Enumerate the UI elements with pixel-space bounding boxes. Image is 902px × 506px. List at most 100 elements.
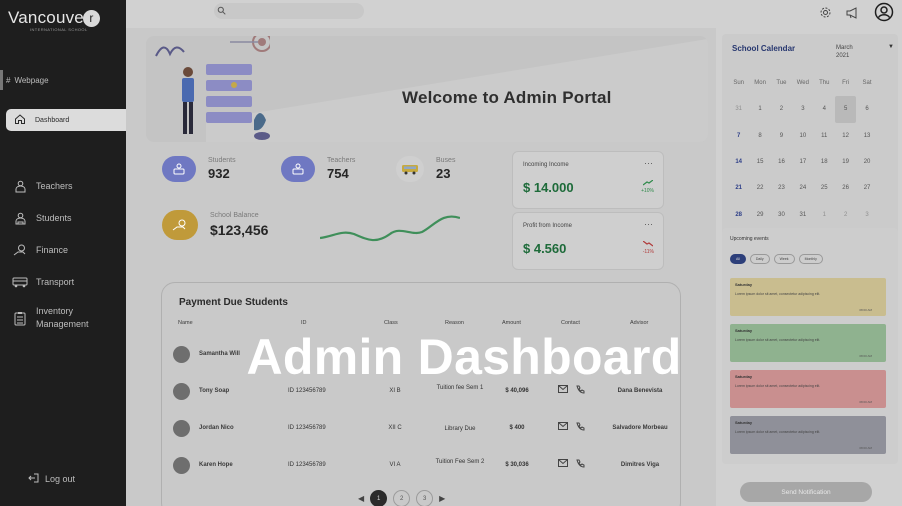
balance-stat-label: School Balance [210, 212, 259, 219]
calendar-day[interactable]: 22 [749, 175, 770, 201]
megaphone-icon[interactable] [846, 6, 860, 24]
payment-due-title: Payment Due Students [179, 297, 288, 308]
calendar-day[interactable]: 26 [835, 175, 856, 201]
profit-income-label: Profit from Income [523, 223, 573, 229]
search-icon [217, 2, 226, 20]
calendar-day[interactable]: 2 [771, 96, 792, 122]
calendar-day[interactable]: 17 [792, 149, 813, 175]
phone-icon[interactable] [576, 385, 585, 396]
calendar-month-select[interactable]: March 2021 [836, 44, 853, 60]
more-icon[interactable]: ··· [644, 158, 653, 168]
user-account-icon[interactable] [874, 2, 894, 27]
calendar-day[interactable]: 3 [792, 96, 813, 122]
sidebar-item-teachers[interactable]: Teachers [12, 170, 124, 202]
calendar-day[interactable]: 9 [771, 123, 792, 149]
logout-button[interactable]: Log out [28, 473, 75, 485]
student-id: ID 123456789 [288, 462, 326, 468]
calendar-day[interactable]: 4 [814, 96, 835, 122]
calendar-day[interactable]: 16 [771, 149, 792, 175]
students-stat-value: 932 [208, 166, 230, 181]
advisor-name: Salvadore Morbeau [612, 425, 668, 431]
table-row[interactable]: Jordan Nico ID 123456789 XII C Library D… [162, 411, 682, 447]
calendar-day[interactable]: 19 [835, 149, 856, 175]
calendar-day[interactable]: 14 [728, 149, 749, 175]
column-header-contact: Contact [561, 320, 580, 326]
home-icon [14, 113, 26, 127]
buses-stat-value: 23 [436, 166, 451, 181]
phone-icon[interactable] [576, 459, 585, 470]
page-button-2[interactable]: 2 [393, 490, 411, 506]
calendar-day[interactable]: 6 [856, 96, 877, 122]
prev-page-icon[interactable]: ◀ [358, 494, 364, 503]
calendar-day[interactable]: 12 [835, 123, 856, 149]
payment-due-card: Payment Due Students Name ID Class Reaso… [161, 282, 681, 506]
page-button-3[interactable]: 3 [416, 490, 434, 506]
calendar-day[interactable]: 15 [749, 149, 770, 175]
calendar-day[interactable]: 1 [749, 96, 770, 122]
event-card[interactable]: Saturday Lorem ipsum dolor sit amet, con… [730, 278, 886, 316]
calendar-day[interactable]: 25 [814, 175, 835, 201]
filter-week[interactable]: Week [773, 254, 795, 264]
bus-icon [12, 274, 28, 290]
event-time: 08:00 AM [859, 446, 872, 450]
calendar-day[interactable]: 21 [728, 175, 749, 201]
calendar-day[interactable]: 8 [749, 123, 770, 149]
event-card[interactable]: Saturday Lorem ipsum dolor sit amet, con… [730, 416, 886, 454]
payment-reason: Library Due [444, 426, 476, 432]
search-input[interactable] [214, 3, 364, 19]
calendar-day[interactable]: 28 [728, 201, 749, 227]
student-class: VI A [389, 462, 401, 468]
calendar-day[interactable]: 31 [728, 96, 749, 122]
balance-sparkline [320, 215, 460, 242]
avatar [173, 420, 190, 437]
school-logo[interactable]: Vancouve r [8, 8, 100, 28]
teachers-stat-value: 754 [327, 166, 349, 181]
filter-daily[interactable]: Daily [749, 254, 770, 264]
sidebar-item-finance[interactable]: Finance [12, 234, 124, 266]
mail-icon[interactable] [558, 459, 568, 470]
calendar-day[interactable]: 24 [792, 175, 813, 201]
webpage-indicator [0, 70, 3, 90]
sidebar-item-dashboard[interactable]: Dashboard [6, 109, 126, 131]
incoming-trend-value: +10% [641, 188, 654, 194]
calendar-day[interactable]: 18 [814, 149, 835, 175]
calendar-day[interactable]: 29 [749, 201, 770, 227]
calendar-day[interactable]: 7 [728, 123, 749, 149]
sidebar-item-transport[interactable]: Transport [12, 266, 124, 298]
mail-icon[interactable] [558, 422, 568, 433]
calendar-day[interactable]: 11 [814, 123, 835, 149]
send-notification-button[interactable]: Send Notification [740, 482, 872, 502]
contact-actions [558, 422, 585, 433]
calendar-day[interactable]: 2 [835, 201, 856, 227]
calendar-day[interactable]: 27 [856, 175, 877, 201]
page-button-1[interactable]: 1 [370, 490, 388, 506]
calendar-day[interactable]: 1 [814, 201, 835, 227]
more-icon[interactable]: ··· [644, 219, 653, 229]
mail-icon[interactable] [558, 385, 568, 396]
calendar-day[interactable]: 23 [771, 175, 792, 201]
calendar-day[interactable]: 20 [856, 149, 877, 175]
calendar-weekday: Thu [819, 80, 830, 87]
table-row[interactable]: Karen Hope ID 123456789 VI A Tuition Fee… [162, 448, 682, 484]
filter-all[interactable]: All [730, 254, 746, 264]
sidebar-nav: Teachers Students Finance Transport Inve… [12, 170, 124, 338]
calendar-day[interactable]: 31 [792, 201, 813, 227]
sidebar-item-students[interactable]: Students [12, 202, 124, 234]
calendar-day[interactable]: 10 [792, 123, 813, 149]
chevron-down-icon[interactable]: ▼ [888, 44, 894, 50]
calendar-day[interactable]: 5 [834, 96, 857, 123]
next-page-icon[interactable]: ▶ [439, 494, 445, 503]
sidebar: Vancouve r INTERNATIONAL SCHOOL # Webpage… [0, 0, 126, 506]
calendar-day[interactable]: 3 [856, 201, 877, 227]
phone-icon[interactable] [576, 422, 585, 433]
event-day: Saturday [735, 282, 753, 287]
gear-icon[interactable] [819, 6, 832, 24]
grid-icon: # [6, 76, 11, 85]
teacher-icon [12, 178, 28, 194]
filter-monthly[interactable]: Monthly [798, 254, 823, 264]
webpage-link[interactable]: # Webpage [6, 76, 49, 85]
calendar-grid: Sun Mon Tue Wed Thu Fri Sat 31 1 2 3 4 5 6 7 8 9 10 11 12 13… [728, 70, 894, 228]
finance-label: Finance [36, 245, 69, 255]
calendar-day[interactable]: 30 [771, 201, 792, 227]
calendar-day[interactable]: 13 [856, 123, 877, 149]
